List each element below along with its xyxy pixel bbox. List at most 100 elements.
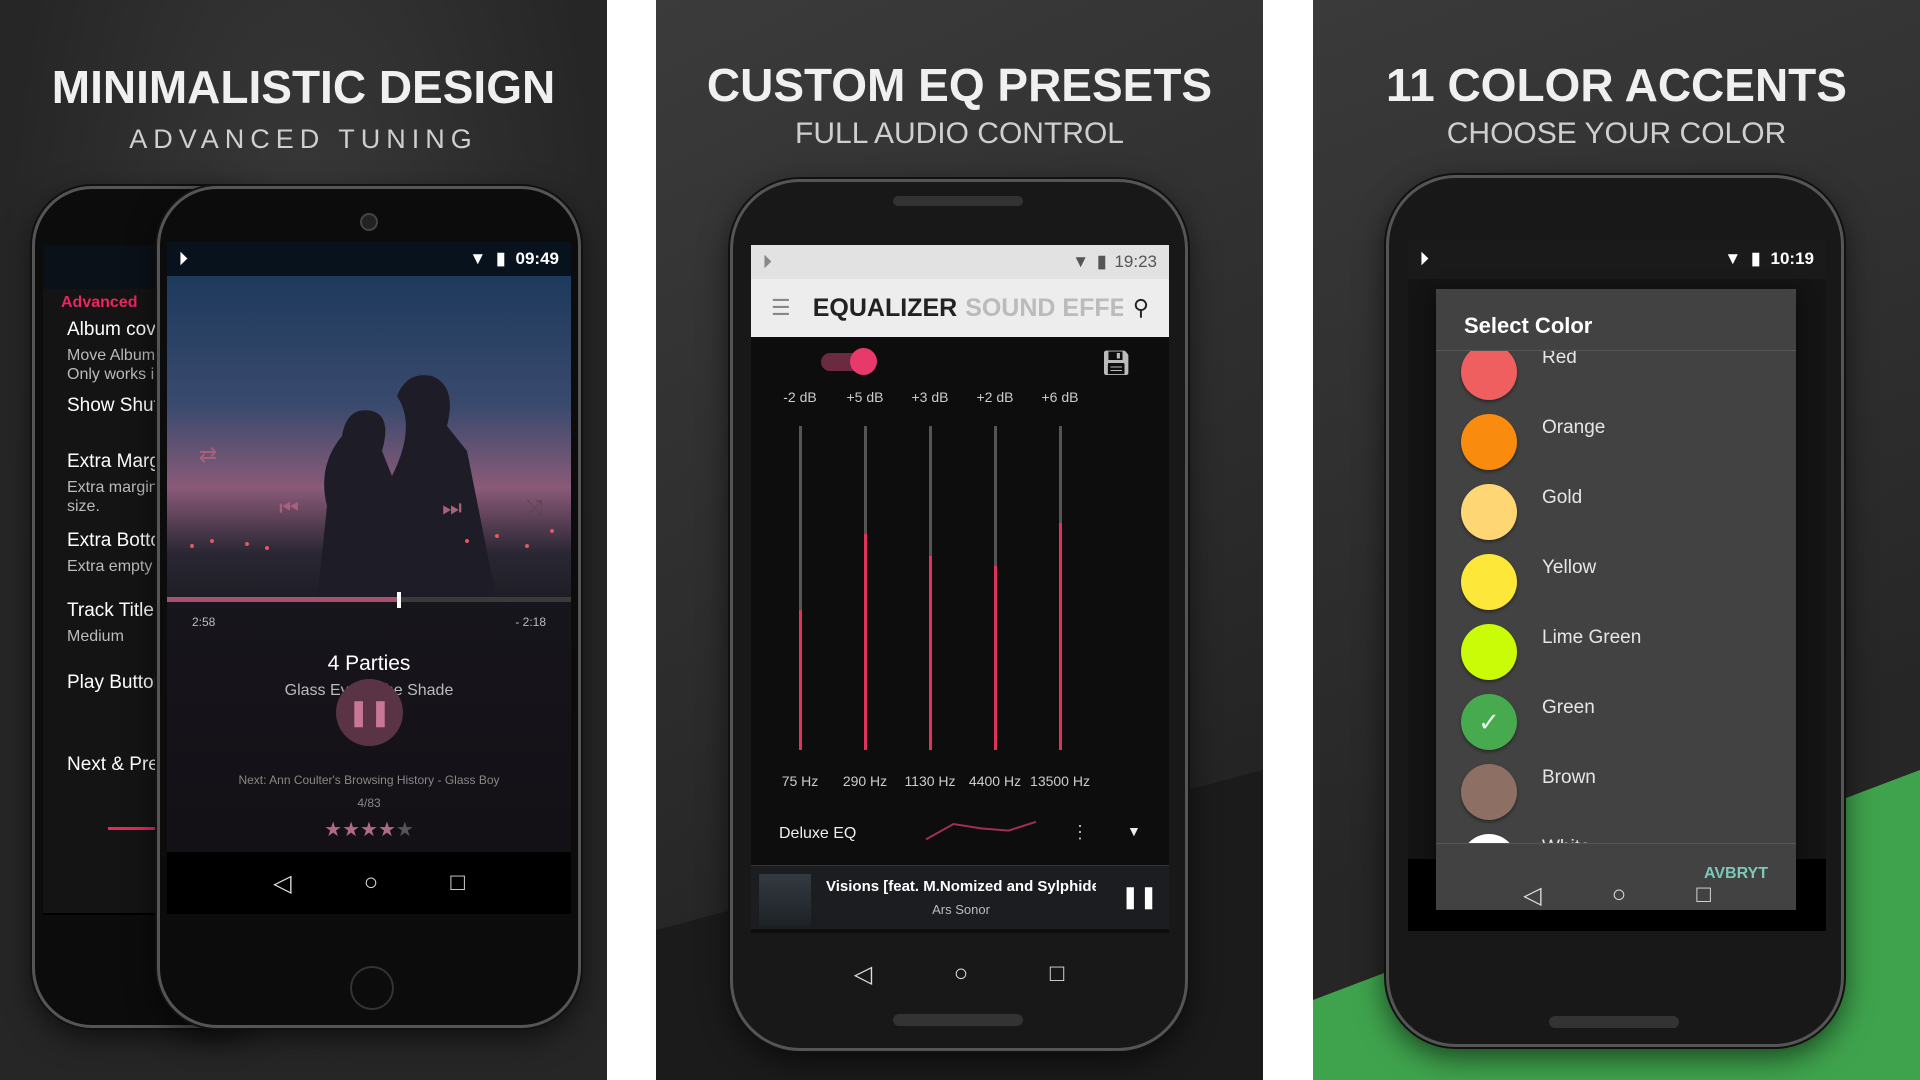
- battery-icon: ▮: [1751, 249, 1761, 268]
- next-button[interactable]: ⏭: [432, 495, 472, 521]
- couple-silhouette: [190, 375, 554, 602]
- recents-icon[interactable]: □: [1050, 960, 1065, 988]
- rating-star[interactable]: ★: [378, 819, 396, 841]
- color-swatch: ✓: [1461, 694, 1517, 750]
- toolbar-title: EQUALIZER: [812, 293, 958, 322]
- pause-button[interactable]: ❚❚: [1121, 884, 1158, 910]
- panel-title: CUSTOM EQ PRESETS: [706, 59, 1213, 111]
- seek-bar[interactable]: [167, 597, 571, 602]
- back-icon[interactable]: ◁: [854, 960, 872, 989]
- panel-subtitle: ADVANCED TUNING: [129, 124, 478, 154]
- rating-star[interactable]: ★: [324, 819, 342, 841]
- color-label: Gold: [1542, 487, 1583, 508]
- preset-curve-line: [925, 820, 1037, 841]
- color-list[interactable]: Red Orange Gold Yellow Lime Green ✓ Green Brown…: [1436, 350, 1796, 844]
- phone: ⏵ ▼ ▮ 19:23 ☰ EQUALIZER SOUND EFFE ⚲ 💾︎ …: [730, 179, 1188, 1051]
- remaining-time: - 2:18: [515, 615, 546, 629]
- color-swatch: [1461, 834, 1517, 843]
- rating-star[interactable]: ★: [342, 819, 360, 841]
- elapsed-time: 2:58: [192, 615, 216, 629]
- clock: 10:19: [1770, 249, 1814, 268]
- band-gain: +6 dB: [1041, 389, 1079, 405]
- band-slider-fill: [864, 534, 867, 750]
- seek-fill: [167, 597, 398, 602]
- recents-icon[interactable]: □: [1696, 881, 1711, 909]
- color-swatch: [1461, 351, 1517, 400]
- status-bar: ⏵ ▼ ▮ 10:19: [1408, 239, 1826, 279]
- rating[interactable]: ★★★★★: [167, 817, 571, 842]
- color-label: Lime Green: [1542, 627, 1642, 648]
- color-swatch: [1461, 624, 1517, 680]
- setting-subtitle: Move Album c Only works in: [67, 347, 167, 383]
- wifi-icon: ▼: [1072, 252, 1090, 271]
- toolbar: ☰ EQUALIZER SOUND EFFE ⚲: [751, 279, 1169, 337]
- settings-screen: ⏵ ▼ ▮ 10:19 Select Color Red Orange Gold Ye…: [1408, 239, 1826, 931]
- battery-icon: ▮: [496, 249, 506, 268]
- speaker: [1549, 1016, 1679, 1028]
- setting-subtitle: Extra margin a size.: [67, 479, 171, 515]
- now-playing-bar[interactable]: Visions [feat. M.Nomized and Sylphides A…: [751, 865, 1169, 929]
- home-icon[interactable]: ○: [1612, 881, 1627, 909]
- home-hardware-button[interactable]: [350, 966, 394, 1010]
- app-icon: ⏵: [763, 252, 772, 271]
- now-playing-art: [759, 874, 811, 926]
- rating-star[interactable]: ★: [396, 819, 414, 841]
- recents-icon[interactable]: □: [450, 869, 465, 897]
- band-slider-fill: [799, 609, 802, 750]
- color-label: White: [1542, 837, 1591, 843]
- app-icon: ⏵: [179, 249, 188, 268]
- seek-thumb[interactable]: [397, 592, 402, 608]
- color-option[interactable]: Brown: [1436, 757, 1796, 827]
- speaker: [893, 1014, 1023, 1026]
- color-option[interactable]: White: [1436, 827, 1796, 843]
- equalizer-screen: ⏵ ▼ ▮ 19:23 ☰ EQUALIZER SOUND EFFE ⚲ 💾︎ …: [751, 245, 1169, 933]
- toggle-thumb: [850, 348, 877, 375]
- nav-bar: ◁ ○ □: [733, 952, 1185, 996]
- dropdown-arrow-icon[interactable]: ▼: [1127, 823, 1141, 839]
- search-icon[interactable]: ⚲: [1133, 295, 1149, 321]
- select-color-dialog: Select Color Red Orange Gold Yellow Lime Gre…: [1436, 289, 1796, 910]
- panel-title: MINIMALISTIC DESIGN: [51, 61, 556, 113]
- panel-minimalistic-design: MINIMALISTIC DESIGN ADVANCED TUNING Adva…: [0, 0, 607, 1080]
- wifi-icon: ▼: [469, 249, 487, 268]
- previous-button[interactable]: ⏮: [269, 495, 309, 521]
- nav-bar: ◁ ○ □: [1408, 859, 1826, 931]
- player-screen: ⏵ ▼ ▮ 09:49 2:58 - 2:18 4 Parties Glass …: [167, 242, 571, 914]
- clock: 19:23: [1114, 252, 1157, 271]
- rating-star[interactable]: ★: [360, 819, 378, 841]
- eq-toggle[interactable]: [821, 348, 877, 375]
- camera: [360, 213, 378, 231]
- preset-name[interactable]: Deluxe EQ: [779, 825, 856, 843]
- color-label: Orange: [1542, 417, 1606, 438]
- back-icon[interactable]: ◁: [1523, 881, 1541, 910]
- next-track: Next: Ann Coulter's Browsing History - G…: [238, 773, 500, 787]
- pause-button[interactable]: ❚❚: [336, 679, 403, 746]
- home-icon[interactable]: ○: [364, 869, 379, 897]
- more-options-icon[interactable]: ⋮: [1071, 822, 1089, 843]
- setting-subtitle: Medium: [67, 628, 124, 645]
- menu-icon[interactable]: ☰: [771, 295, 791, 321]
- status-bar: ⏵ ▼ ▮ 19:23: [751, 245, 1169, 279]
- dialog-title: Select Color: [1464, 313, 1593, 338]
- panel-title: 11 COLOR ACCENTS: [1386, 59, 1847, 111]
- color-option[interactable]: Orange: [1436, 407, 1796, 477]
- save-icon[interactable]: 💾︎: [1101, 349, 1131, 378]
- queue-position: 4/83: [357, 796, 381, 810]
- back-icon[interactable]: ◁: [273, 869, 291, 898]
- preset-curve: [925, 820, 1037, 841]
- color-label: Green: [1542, 697, 1595, 718]
- color-option[interactable]: Gold: [1436, 477, 1796, 547]
- color-label: Yellow: [1542, 557, 1597, 578]
- color-swatch: [1461, 764, 1517, 820]
- color-label: Red: [1542, 350, 1577, 368]
- repeat-button[interactable]: ⇄: [188, 442, 228, 468]
- home-icon[interactable]: ○: [954, 960, 969, 988]
- color-option[interactable]: Yellow: [1436, 547, 1796, 617]
- shuffle-button[interactable]: ⤨: [514, 495, 554, 521]
- color-option[interactable]: Red: [1436, 350, 1796, 407]
- toolbar-title-tab[interactable]: SOUND EFFE: [965, 294, 1123, 323]
- color-option[interactable]: Lime Green: [1436, 617, 1796, 687]
- nav-bar: ◁ ○ □: [167, 852, 571, 914]
- speaker: [893, 196, 1023, 206]
- color-option[interactable]: ✓ Green: [1436, 687, 1796, 757]
